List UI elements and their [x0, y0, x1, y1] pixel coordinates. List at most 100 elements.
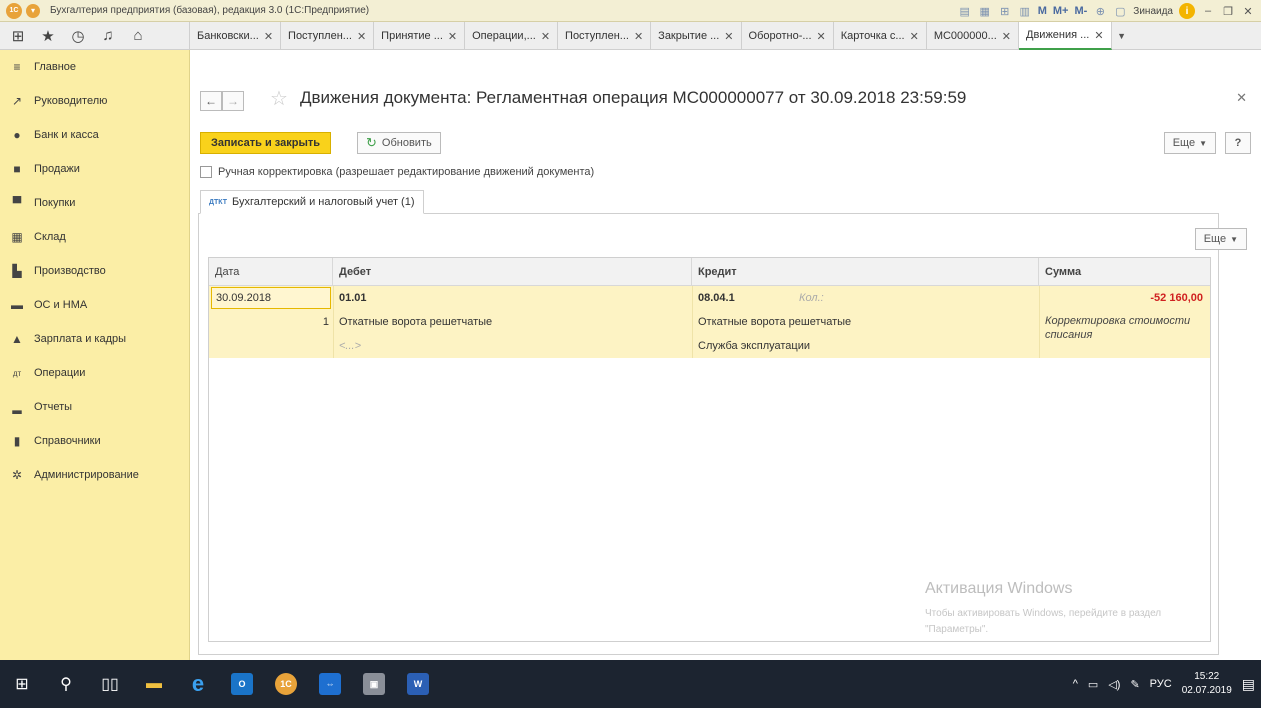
edge-icon[interactable]: e	[176, 660, 220, 708]
close-tab-icon[interactable]: ✕	[541, 30, 550, 43]
volume-icon[interactable]: ◁)	[1108, 678, 1120, 691]
sidebar-item-reports[interactable]: ▂ Отчеты	[0, 390, 189, 424]
col-sum[interactable]: Сумма	[1039, 258, 1210, 286]
tab-turnover[interactable]: Оборотно-... ✕	[742, 22, 834, 50]
credit-quantity[interactable]: Кол.:	[799, 286, 919, 310]
memory-m-button[interactable]: M	[1038, 5, 1047, 17]
close-tab-icon[interactable]: ✕	[724, 30, 733, 43]
close-tab-icon[interactable]: ✕	[634, 30, 643, 43]
tab-acceptance[interactable]: Принятие ... ✕	[374, 22, 466, 50]
tab-closing[interactable]: Закрытие ... ✕	[651, 22, 742, 50]
close-tab-icon[interactable]: ✕	[264, 30, 273, 43]
sidebar-item-admin[interactable]: ✲ Администрирование	[0, 458, 189, 492]
table-row[interactable]: 30.09.2018 1 01.01 Откатные ворота решет…	[209, 286, 1210, 358]
zoom-icon[interactable]: ⊕	[1093, 4, 1107, 18]
sidebar-item-assets[interactable]: ▬ ОС и НМА	[0, 288, 189, 322]
tab-accounting[interactable]: ДТКТ Бухгалтерский и налоговый учет (1)	[200, 190, 424, 214]
table-more-button[interactable]: Еще ▼	[1194, 228, 1247, 250]
tab-receipt-1[interactable]: Поступлен... ✕	[281, 22, 375, 50]
debit-subconto-1[interactable]: Откатные ворота решетчатые	[339, 310, 679, 334]
col-debit[interactable]: Дебет	[333, 258, 692, 286]
sidebar-item-main[interactable]: ≡ Главное	[0, 50, 189, 84]
minimize-icon[interactable]: –	[1201, 4, 1215, 18]
onec-icon[interactable]: 1C	[264, 660, 308, 708]
info-icon[interactable]: i	[1179, 3, 1195, 19]
favorite-star-icon[interactable]: ☆	[270, 86, 288, 111]
credit-subconto-1[interactable]: Откатные ворота решетчатые	[698, 310, 1028, 334]
bell-icon[interactable]: ♫	[98, 26, 118, 46]
search-icon[interactable]: ⚲	[44, 660, 88, 708]
tab-bank[interactable]: Банковски... ✕	[190, 22, 282, 50]
memory-plus-button[interactable]: M+	[1053, 5, 1069, 17]
coin-icon: ●	[13, 128, 21, 142]
app-logo-icon[interactable]: 1С	[6, 2, 22, 19]
windows-start-icon[interactable]: ⊞	[0, 660, 44, 708]
clock[interactable]: 15:22 02.07.2019	[1182, 670, 1232, 698]
apps-grid-icon[interactable]: ⊞	[8, 26, 28, 46]
sidebar-item-catalogs[interactable]: ▮ Справочники	[0, 424, 189, 458]
sidebar-item-warehouse[interactable]: ▦ Склад	[0, 220, 189, 254]
calendar-icon[interactable]: ▥	[1018, 4, 1032, 18]
debit-subconto-2[interactable]: <...>	[339, 334, 679, 358]
print-icon[interactable]: ▤	[958, 4, 972, 18]
task-view-icon[interactable]: ▯▯	[88, 660, 132, 708]
sidebar-item-manager[interactable]: ↗ Руководителю	[0, 84, 189, 118]
restore-icon[interactable]: ❐	[1221, 4, 1235, 18]
close-tab-icon[interactable]: ✕	[448, 30, 457, 43]
outlook-icon[interactable]: O	[220, 660, 264, 708]
close-tab-icon[interactable]: ✕	[357, 30, 366, 43]
sum-value[interactable]: -52 160,00	[1045, 286, 1203, 310]
sidebar-item-operations[interactable]: дт Операции	[0, 356, 189, 390]
close-tab-icon[interactable]: ✕	[1094, 29, 1103, 42]
close-window-icon[interactable]: ✕	[1241, 4, 1255, 18]
chevron-up-icon[interactable]: ^	[1073, 678, 1078, 690]
close-form-icon[interactable]: ✕	[1236, 90, 1247, 106]
operation-content[interactable]: Корректировка стоимости списания	[1045, 314, 1195, 354]
photo-app-icon[interactable]: ▣	[352, 660, 396, 708]
close-tab-icon[interactable]: ✕	[910, 30, 919, 43]
save-close-button[interactable]: Записать и закрыть	[200, 132, 332, 154]
close-tab-icon[interactable]: ✕	[1002, 30, 1011, 43]
debit-account[interactable]: 01.01	[339, 286, 639, 310]
back-button[interactable]: ←	[200, 91, 222, 111]
sidebar-item-bank[interactable]: ● Банк и касса	[0, 118, 189, 152]
home-icon[interactable]: ⌂	[128, 26, 148, 46]
attach-icon[interactable]: ⊞	[998, 4, 1012, 18]
sidebar-item-purchases[interactable]: ▀ Покупки	[0, 186, 189, 220]
main-menu-icon[interactable]: ▾	[26, 3, 40, 18]
tab-document[interactable]: МС000000... ✕	[927, 22, 1020, 50]
sidebar-item-production[interactable]: ▙ Производство	[0, 254, 189, 288]
tabs-dropdown-icon[interactable]: ▼	[1112, 22, 1132, 49]
more-button[interactable]: Еще ▼	[1163, 132, 1216, 154]
tab-movements[interactable]: Движения ... ✕	[1019, 22, 1112, 50]
file-explorer-icon[interactable]: ▬	[132, 660, 176, 708]
help-button[interactable]: ?	[1225, 132, 1251, 154]
refresh-button[interactable]: ↻ Обновить	[357, 132, 441, 154]
tab-receipt-2[interactable]: Поступлен... ✕	[558, 22, 652, 50]
manual-edit-checkbox[interactable]	[200, 166, 212, 178]
favorites-star-icon[interactable]: ★	[38, 26, 58, 46]
word-icon[interactable]: W	[396, 660, 440, 708]
preview-icon[interactable]: ▦	[978, 4, 992, 18]
forward-button[interactable]: →	[222, 91, 244, 111]
sidebar-item-payroll[interactable]: ▲ Зарплата и кадры	[0, 322, 189, 356]
teamviewer-icon[interactable]: ⇔	[308, 660, 352, 708]
language-indicator[interactable]: РУС	[1150, 678, 1172, 690]
col-credit[interactable]: Кредит	[692, 258, 1039, 286]
current-user[interactable]: Зинаида	[1133, 6, 1173, 17]
window-icon[interactable]: ▢	[1113, 4, 1127, 18]
history-icon[interactable]: ◷	[68, 26, 88, 46]
credit-account[interactable]: 08.04.1	[698, 286, 788, 310]
notifications-icon[interactable]: ▤	[1242, 676, 1255, 693]
close-tab-icon[interactable]: ✕	[817, 30, 826, 43]
col-date[interactable]: Дата	[209, 258, 333, 286]
network-icon[interactable]: ▭	[1088, 678, 1098, 691]
sidebar-item-sales[interactable]: ■ Продажи	[0, 152, 189, 186]
date-cell[interactable]: 30.09.2018	[211, 287, 331, 309]
tab-operations[interactable]: Операции,... ✕	[465, 22, 559, 50]
memory-minus-button[interactable]: M-	[1074, 5, 1087, 17]
tab-label: Операции,...	[472, 30, 536, 42]
pen-icon[interactable]: ✎	[1130, 678, 1139, 691]
tab-account-card[interactable]: Карточка с... ✕	[834, 22, 927, 50]
credit-subconto-2[interactable]: Служба эксплуатации	[698, 334, 1028, 358]
